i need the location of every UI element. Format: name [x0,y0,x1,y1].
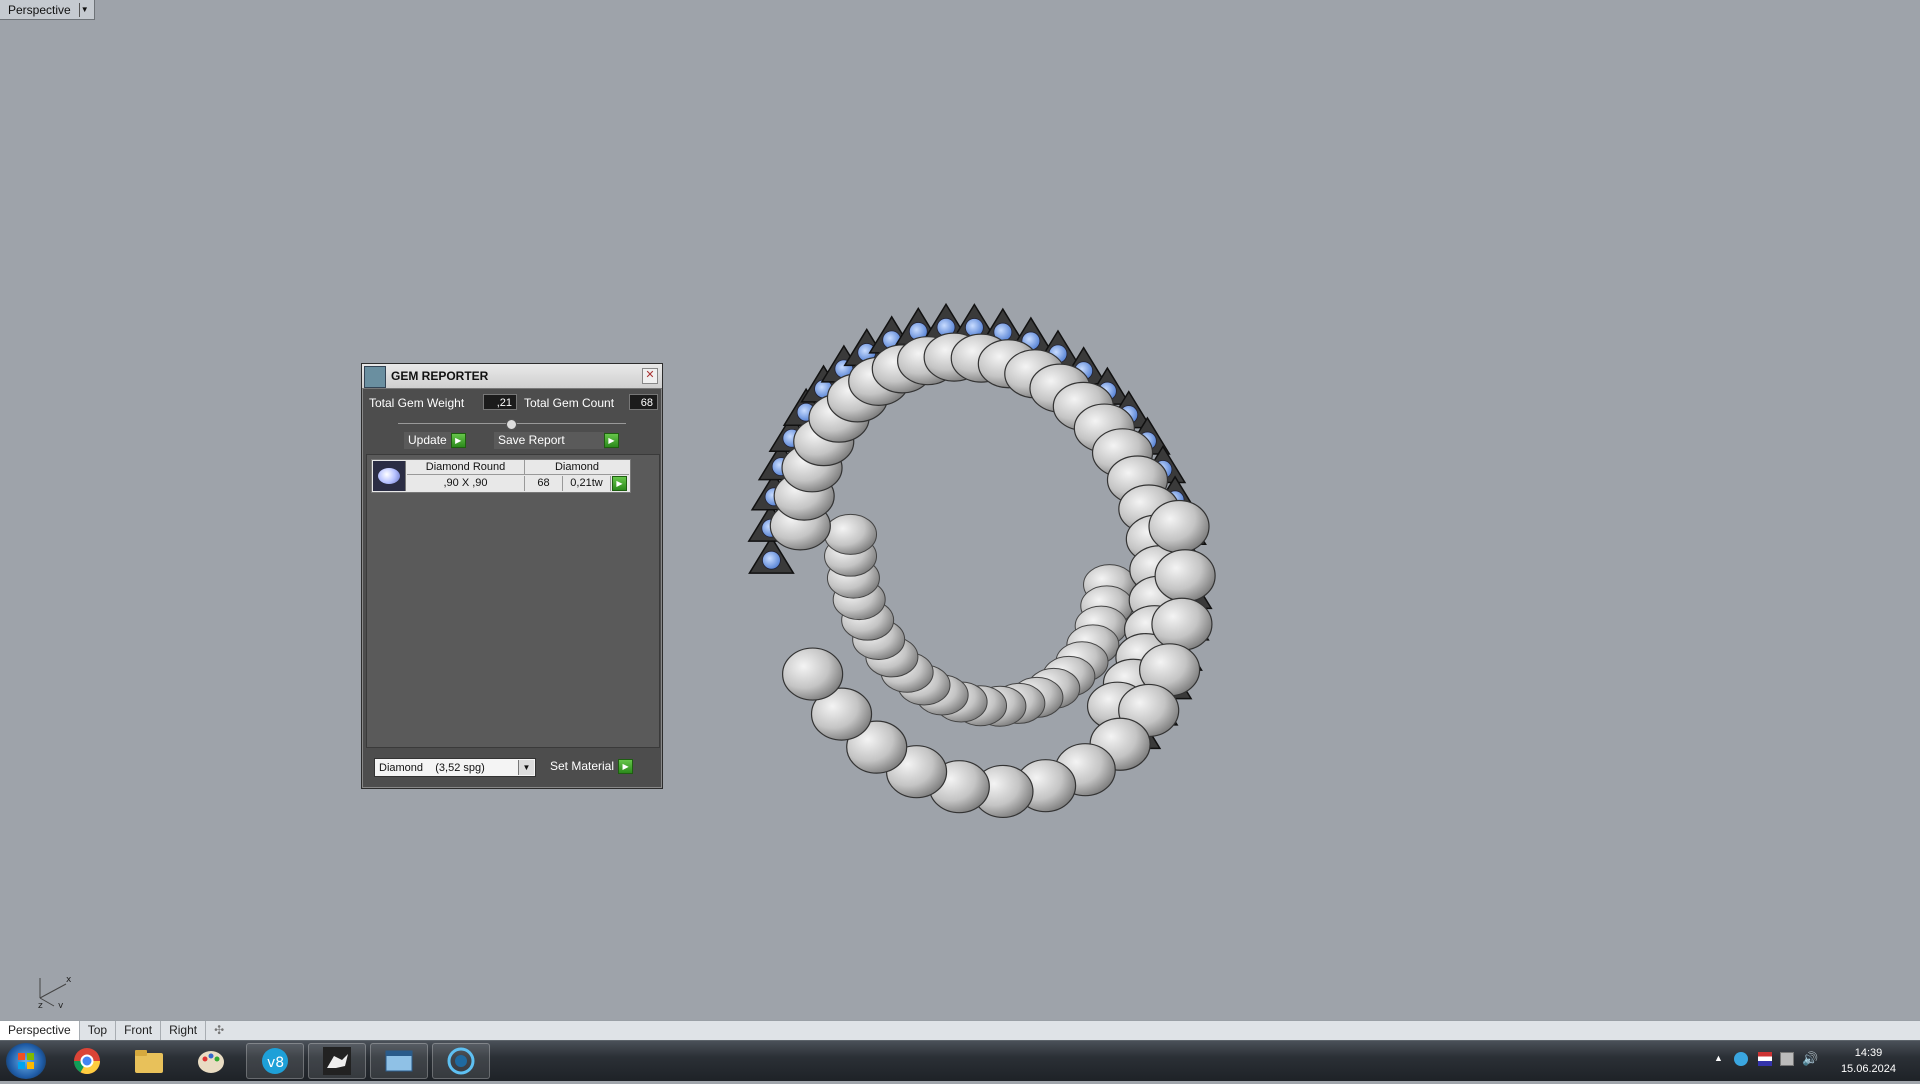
diamond-icon [378,468,400,484]
ring-spike [1148,499,1210,554]
chevron-down-icon[interactable]: ▼ [518,760,534,775]
ring-model[interactable] [700,270,1260,850]
volume-icon[interactable]: 🔊 [1802,1051,1818,1067]
tab-top[interactable]: Top [80,1021,117,1040]
set-material-button[interactable]: Set Material ▶ [546,758,634,775]
chrome-logo [73,1048,101,1075]
clock-date: 15.06.2024 [1840,1063,1896,1075]
vray-icon[interactable]: v8 [246,1043,304,1079]
axis-y-label: y [58,1001,64,1008]
folder-icon [135,1050,163,1073]
gem-weight: 0,21tw [563,476,611,491]
rhino-logo [323,1047,351,1075]
gem-actions: Update ▶ Save Report ▶ [362,429,662,453]
file-explorer-icon[interactable] [120,1043,178,1079]
update-button[interactable]: Update ▶ [404,432,466,449]
save-report-label: Save Report [494,432,604,449]
total-gem-weight-value: ,21 [483,394,517,410]
network-icon[interactable] [1734,1052,1748,1066]
system-tray: ▲ 🔊 14:39 15.06.2024 [1700,1041,1920,1081]
svg-text:v8: v8 [267,1055,284,1071]
chrome-icon[interactable] [58,1043,116,1079]
ring-spike [1151,597,1213,651]
viewport-tabs: Perspective Top Front Right ✣ [0,1020,1920,1040]
keyshot-icon[interactable] [432,1043,490,1079]
viewport-label-text: Perspective [8,2,71,17]
panel-slider[interactable] [398,419,626,430]
clock[interactable]: 14:39 15.06.2024 [1841,1045,1896,1077]
viewport-label[interactable]: Perspective ▼ [0,0,95,20]
total-gem-count-label: Total Gem Count [524,396,615,410]
windows-logo-icon [18,1053,34,1069]
ring-spike [824,513,878,555]
palette-icon [198,1051,224,1073]
ring-spike [1154,549,1216,603]
gem-reporter-icon [364,366,386,388]
window-manager-icon[interactable] [370,1043,428,1079]
gem-list[interactable]: Diamond Round Diamond ,90 X ,90 68 0,21t… [366,454,660,748]
axis-z-label: z [38,1001,43,1008]
chevron-down-icon[interactable]: ▼ [78,2,90,17]
gem-totals: Total Gem Weight ,21 Total Gem Count 68 [366,393,658,413]
paint-icon[interactable] [182,1043,240,1079]
gem-count: 68 [525,476,563,491]
play-arrow-icon[interactable]: ▶ [618,759,634,774]
gem-reporter-titlebar[interactable]: GEM REPORTER ✕ [362,364,662,389]
gem-reporter-title: GEM REPORTER [391,369,489,383]
gem-thumbnail [373,461,406,491]
rhino-icon[interactable] [308,1043,366,1079]
gem-size: ,90 X ,90 [407,476,525,491]
set-material-label: Set Material [550,759,615,773]
gem-reporter-panel[interactable]: GEM REPORTER ✕ Total Gem Weight ,21 Tota… [361,363,663,789]
material-select-value: Diamond (3,52 spg) [379,762,485,774]
play-arrow-icon[interactable]: ▶ [604,433,619,448]
keyshot-logo [447,1047,475,1075]
total-gem-weight-label: Total Gem Weight [369,396,465,410]
start-orb[interactable] [6,1043,46,1079]
ring-spike [782,647,844,701]
axis-indicator: x z y [38,975,72,1008]
gem-material: Diamond [525,460,629,475]
update-button-label: Update [404,432,451,449]
taskbar: v8 ▲ 🔊 14:39 15.06.2024 [0,1040,1920,1081]
perspective-viewport[interactable]: Perspective ▼ x z y [0,0,1920,1020]
axis-x-label: x [66,975,72,985]
gem-footer: Diamond (3,52 spg) ▼ Set Material ▶ [362,750,662,786]
gem-shape: Diamond Round [407,460,525,475]
close-icon[interactable]: ✕ [642,368,658,384]
clock-time: 14:39 [1854,1047,1883,1059]
add-viewport-icon[interactable]: ✣ [206,1021,232,1040]
tab-front[interactable]: Front [116,1021,162,1040]
gem-row[interactable]: Diamond Round Diamond ,90 X ,90 68 0,21t… [371,459,631,493]
language-flag-icon[interactable] [1758,1052,1772,1066]
show-hidden-icons-icon[interactable]: ▲ [1714,1053,1723,1063]
play-arrow-icon[interactable]: ▶ [450,433,466,448]
action-center-icon[interactable] [1780,1052,1794,1066]
material-select[interactable]: Diamond (3,52 spg) ▼ [374,758,536,777]
vray-logo: v8 [262,1048,288,1074]
play-arrow-icon[interactable]: ▶ [612,476,627,491]
tab-right[interactable]: Right [161,1021,207,1040]
tab-perspective[interactable]: Perspective [0,1021,80,1040]
total-gem-count-value: 68 [629,394,658,410]
gem-stone [762,550,781,570]
window-icon [385,1050,413,1072]
save-report-button[interactable]: Save Report ▶ [494,432,619,449]
